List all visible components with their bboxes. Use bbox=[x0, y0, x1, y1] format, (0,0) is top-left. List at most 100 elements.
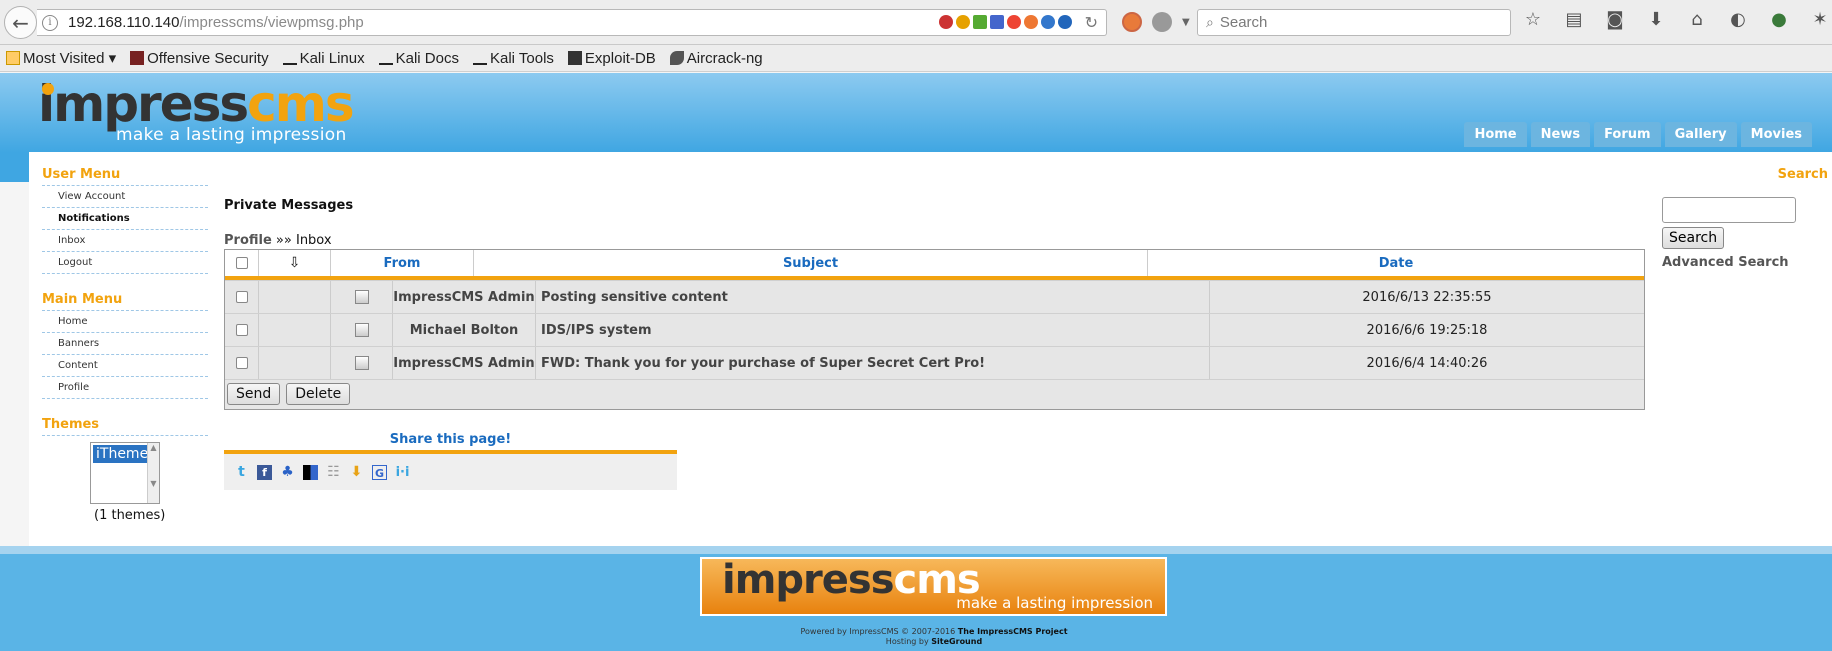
bookmark-offensive-security[interactable]: Offensive Security bbox=[130, 50, 269, 67]
info-icon[interactable]: i bbox=[42, 14, 58, 31]
nav-news[interactable]: News bbox=[1530, 122, 1591, 147]
header-subject[interactable]: Subject bbox=[474, 250, 1148, 276]
browser-search-box[interactable]: ⌕ Search bbox=[1197, 9, 1511, 36]
status-cell bbox=[259, 347, 331, 379]
star-icon[interactable]: ☆ bbox=[1520, 9, 1546, 30]
menu-inbox[interactable]: Inbox bbox=[42, 230, 208, 252]
twitter-icon[interactable]: t bbox=[234, 464, 249, 480]
search-input[interactable] bbox=[1662, 197, 1796, 223]
message-from[interactable]: ImpressCMS Admin bbox=[393, 347, 536, 379]
message-date: 2016/6/4 14:40:26 bbox=[1366, 355, 1488, 371]
footer-host-link[interactable]: SiteGround bbox=[931, 637, 982, 646]
table-row[interactable]: Michael Bolton IDS/IPS system 2016/6/6 1… bbox=[225, 313, 1644, 346]
noscript-icon[interactable] bbox=[1122, 12, 1142, 32]
header-from[interactable]: From bbox=[331, 250, 474, 276]
message-subject[interactable]: IDS/IPS system bbox=[536, 314, 1210, 346]
reload-icon[interactable]: ↻ bbox=[1085, 13, 1098, 32]
theme-count: (1 themes) bbox=[94, 508, 166, 523]
nav-forum[interactable]: Forum bbox=[1594, 122, 1661, 147]
menu-content[interactable]: Content bbox=[42, 355, 208, 377]
footer-project-link[interactable]: The ImpressCMS Project bbox=[958, 627, 1068, 636]
message-subject[interactable]: Posting sensitive content bbox=[536, 281, 1210, 313]
message-subject[interactable]: FWD: Thank you for your purchase of Supe… bbox=[536, 347, 1210, 379]
url-bar[interactable]: i 192.168.110.140/impresscms/viewpmsg.ph… bbox=[37, 9, 1107, 36]
reading-list-icon[interactable]: ▤ bbox=[1561, 9, 1587, 30]
bookmark-exploit-db[interactable]: Exploit-DB bbox=[567, 50, 656, 67]
footer-logo[interactable]: impresscms make a lasting impression bbox=[700, 557, 1167, 616]
advanced-search-link[interactable]: Advanced Search bbox=[1662, 255, 1828, 270]
nav-movies[interactable]: Movies bbox=[1740, 122, 1812, 147]
table-row[interactable]: ImpressCMS Admin Posting sensitive conte… bbox=[225, 280, 1644, 313]
digg-icon[interactable]: ☷ bbox=[326, 464, 341, 480]
extension-icon[interactable] bbox=[1058, 15, 1072, 29]
status-cell bbox=[259, 281, 331, 313]
google-icon[interactable]: G bbox=[372, 464, 387, 480]
themes-block: Themes iTheme ▲ ▼ (1 themes) bbox=[42, 417, 208, 523]
aircrack-icon bbox=[669, 51, 684, 65]
exploitdb-icon bbox=[567, 51, 582, 65]
search-button[interactable]: Search bbox=[1662, 227, 1725, 249]
breadcrumb-profile[interactable]: Profile bbox=[224, 233, 272, 248]
row-checkbox[interactable] bbox=[235, 357, 248, 369]
extension-icon[interactable] bbox=[1007, 15, 1021, 29]
facebook-icon[interactable]: f bbox=[257, 464, 272, 480]
page-title: Private Messages bbox=[224, 198, 354, 213]
pocket-icon[interactable]: ◙ bbox=[1602, 9, 1628, 30]
download-icon[interactable]: ⬇ bbox=[349, 464, 364, 480]
home-icon[interactable]: ⌂ bbox=[1684, 9, 1710, 30]
back-button[interactable]: ← bbox=[4, 6, 37, 39]
linkedin-icon[interactable]: i·i bbox=[395, 465, 410, 480]
bookmark-most-visited[interactable]: Most Visited ▾ bbox=[6, 49, 116, 67]
php-icon[interactable] bbox=[990, 15, 1004, 29]
menu-profile[interactable]: Profile bbox=[42, 377, 208, 399]
theme-option[interactable]: iTheme bbox=[93, 445, 148, 463]
site-logo[interactable]: impresscms make a lasting impression bbox=[38, 79, 355, 145]
message-date: 2016/6/6 19:25:18 bbox=[1366, 322, 1488, 338]
extension-icon[interactable] bbox=[973, 15, 987, 29]
download-icon[interactable]: ⬇ bbox=[1643, 9, 1669, 30]
down-arrow-icon[interactable]: ⇩ bbox=[289, 255, 301, 271]
main-menu-title: Main Menu bbox=[42, 292, 208, 311]
message-from[interactable]: Michael Bolton bbox=[393, 314, 536, 346]
message-from[interactable]: ImpressCMS Admin bbox=[393, 281, 536, 313]
status-cell bbox=[259, 314, 331, 346]
footer-wordmark: impresscms bbox=[722, 560, 981, 600]
menu-banners[interactable]: Banners bbox=[42, 333, 208, 355]
extension-icon[interactable] bbox=[1041, 15, 1055, 29]
row-checkbox[interactable] bbox=[235, 291, 248, 303]
menu-logout[interactable]: Logout bbox=[42, 252, 208, 274]
nav-gallery[interactable]: Gallery bbox=[1664, 122, 1737, 147]
url-path: /impresscms/viewpmsg.php bbox=[179, 14, 364, 31]
delicious-icon[interactable] bbox=[303, 464, 318, 480]
shield-icon[interactable]: ● bbox=[1766, 9, 1792, 30]
header-date[interactable]: Date bbox=[1148, 250, 1644, 276]
send-button[interactable]: Send bbox=[227, 383, 281, 405]
myspace-icon[interactable]: ♣ bbox=[280, 464, 295, 480]
bookmark-aircrack-ng[interactable]: Aircrack-ng bbox=[669, 50, 763, 67]
bookmark-kali-linux[interactable]: Kali Linux bbox=[282, 50, 365, 67]
search-icon: ⌕ bbox=[1206, 14, 1214, 31]
row-checkbox[interactable] bbox=[235, 324, 248, 336]
extension-icon[interactable] bbox=[956, 15, 970, 29]
menu-home[interactable]: Home bbox=[42, 311, 208, 333]
addon-icon[interactable] bbox=[1152, 12, 1172, 32]
palette-icon[interactable]: ◐ bbox=[1725, 9, 1751, 30]
chevron-down-icon[interactable]: ▼ bbox=[1182, 17, 1190, 28]
logo-tagline: make a lasting impression bbox=[116, 125, 347, 145]
footer-word-impress: impress bbox=[722, 557, 894, 603]
theme-select[interactable]: iTheme ▲ ▼ bbox=[90, 442, 160, 504]
footer-credits: Powered by ImpressCMS © 2007-2016 The Im… bbox=[0, 627, 1832, 647]
bookmark-kali-tools[interactable]: Kali Tools bbox=[472, 50, 554, 67]
menu-notifications[interactable]: Notifications bbox=[42, 208, 208, 230]
select-all-checkbox[interactable] bbox=[235, 257, 248, 269]
menu-view-account[interactable]: View Account bbox=[42, 186, 208, 208]
share-bar: t f ♣ ☷ ⬇ G i·i bbox=[224, 454, 677, 490]
scrollbar[interactable]: ▲ ▼ bbox=[147, 443, 159, 503]
table-row[interactable]: ImpressCMS Admin FWD: Thank you for your… bbox=[225, 346, 1644, 379]
bookmark-kali-docs[interactable]: Kali Docs bbox=[378, 50, 459, 67]
bug-icon[interactable]: ✶ bbox=[1807, 9, 1832, 30]
extension-icon[interactable] bbox=[939, 15, 953, 29]
nav-home[interactable]: Home bbox=[1464, 122, 1527, 147]
delete-button[interactable]: Delete bbox=[286, 383, 351, 405]
extension-icon[interactable] bbox=[1024, 15, 1038, 29]
